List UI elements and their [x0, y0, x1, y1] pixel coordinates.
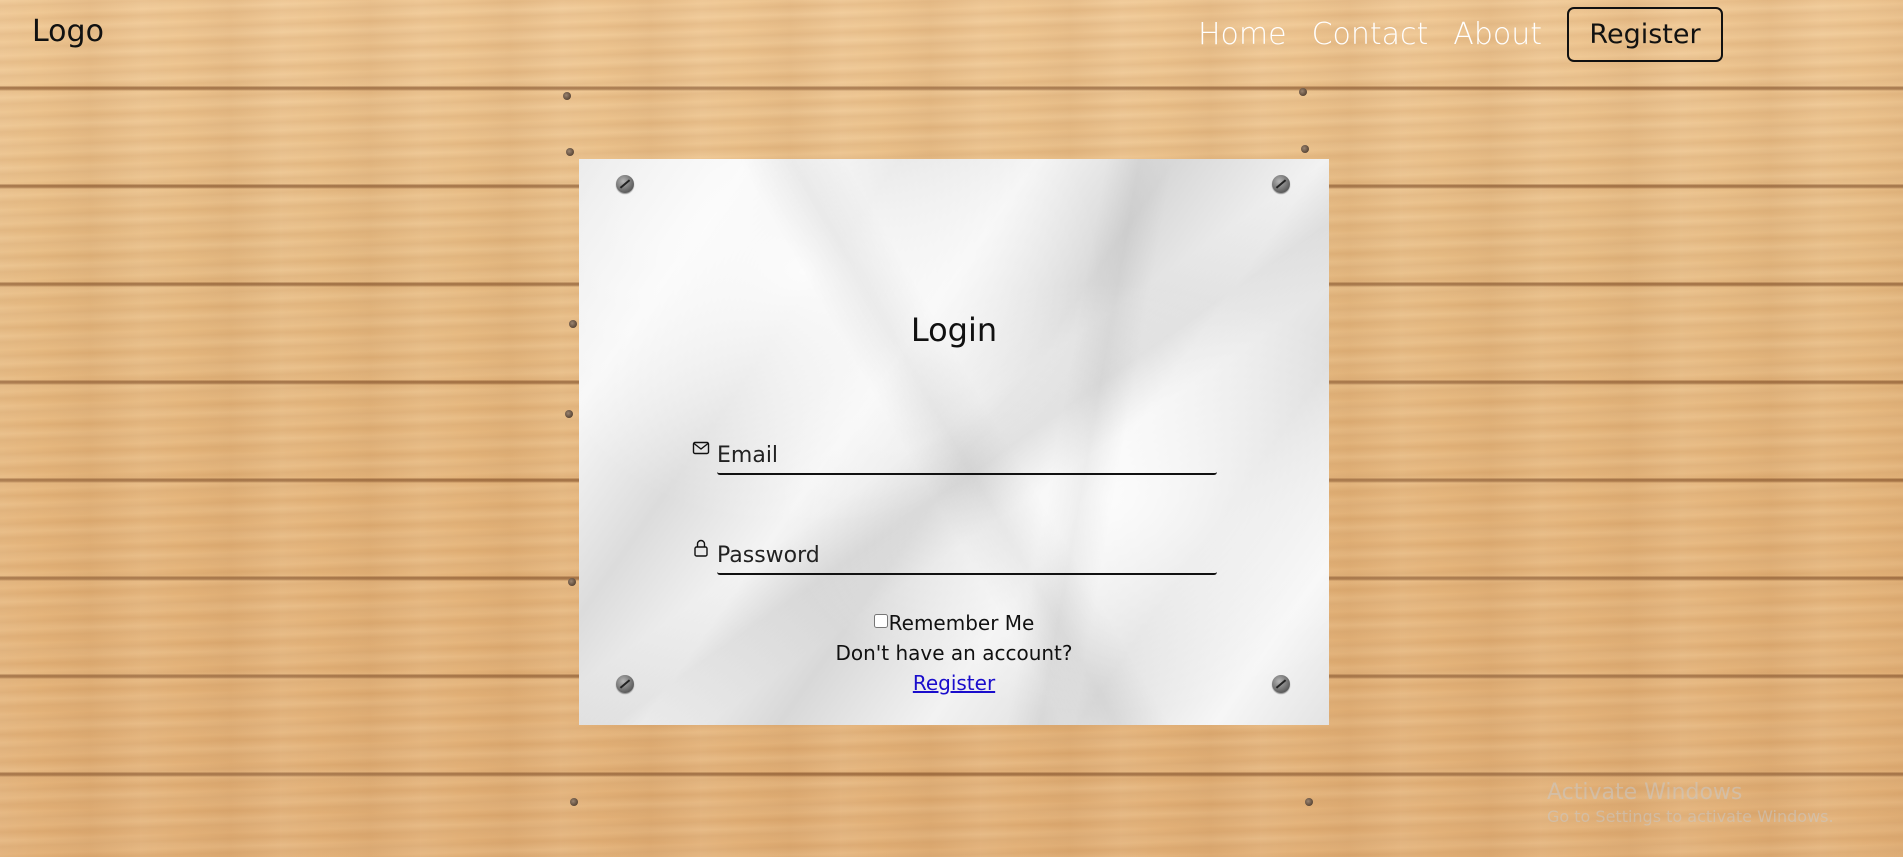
nav-link-home[interactable]: Home: [1198, 17, 1287, 52]
nail-decoration: [565, 410, 573, 418]
watermark-title: Activate Windows: [1547, 780, 1743, 805]
lock-icon: [694, 539, 708, 557]
screw-icon: [1272, 175, 1290, 193]
nail-decoration: [1301, 145, 1309, 153]
main-nav: Home Contact About Register: [1198, 6, 1903, 62]
nav-link-contact[interactable]: Contact: [1312, 17, 1429, 52]
site-logo[interactable]: Logo: [32, 14, 104, 49]
email-input[interactable]: [717, 437, 1217, 475]
mail-icon: [692, 441, 710, 455]
nail-decoration: [569, 320, 577, 328]
site-header: Logo Home Contact About Register: [0, 0, 1903, 68]
nail-decoration: [1305, 798, 1313, 806]
nail-decoration: [563, 92, 571, 100]
nail-decoration: [568, 578, 576, 586]
login-card: Login Remember Me Don't have an account?…: [579, 159, 1329, 725]
register-link[interactable]: Register: [913, 671, 995, 695]
register-button[interactable]: Register: [1567, 6, 1723, 62]
email-field-group: [692, 437, 1217, 477]
login-title: Login: [910, 311, 998, 349]
remember-me-checkbox[interactable]: [873, 614, 888, 628]
no-account-text: Don't have an account?: [835, 641, 1073, 665]
screw-icon: [616, 175, 634, 193]
watermark-subtitle: Go to Settings to activate Windows.: [1547, 807, 1834, 826]
nail-decoration: [570, 798, 578, 806]
remember-me-row: Remember Me: [579, 611, 1329, 635]
nav-link-about[interactable]: About: [1453, 17, 1542, 52]
password-input[interactable]: [717, 537, 1217, 575]
register-link-row: Register: [579, 671, 1329, 695]
nail-decoration: [566, 148, 574, 156]
page-background: Logo Home Contact About Register Login E…: [0, 0, 1903, 857]
password-field-group: [692, 537, 1217, 577]
nail-decoration: [1299, 88, 1307, 96]
windows-activation-watermark: Activate Windows Go to Settings to activ…: [1547, 780, 1834, 826]
remember-me-label[interactable]: Remember Me: [889, 611, 1035, 635]
